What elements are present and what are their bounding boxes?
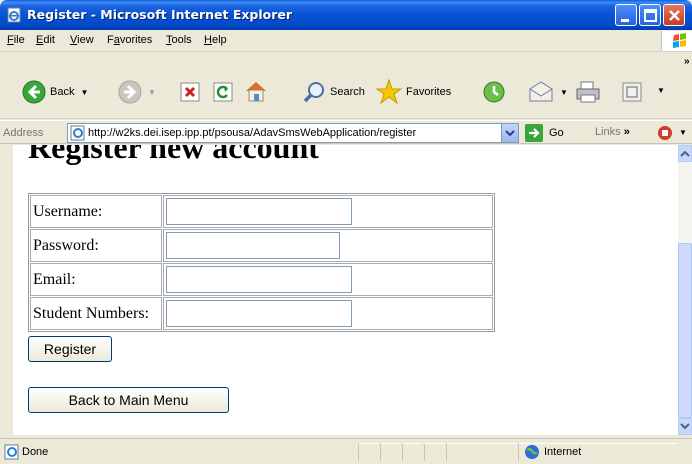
username-input[interactable] — [166, 198, 352, 225]
menu-help[interactable]: Help — [204, 34, 227, 46]
maximize-icon — [644, 9, 657, 22]
vertical-scrollbar[interactable] — [678, 145, 692, 435]
address-dropdown-button[interactable] — [501, 124, 518, 142]
address-bar: Address http://w2ks.dei.isep.ipp.pt/psou… — [0, 120, 692, 144]
password-input[interactable] — [166, 232, 340, 259]
media-button[interactable] — [482, 80, 506, 104]
email-label: Email: — [30, 263, 162, 296]
windows-flag-logo — [661, 31, 692, 51]
history-icon — [483, 81, 505, 103]
form-row-student-numbers: Student Numbers: — [30, 297, 493, 330]
links-label[interactable]: Links » — [595, 126, 630, 138]
register-button[interactable]: Register — [28, 336, 112, 362]
forward-button[interactable]: ▼ — [118, 80, 156, 104]
student-numbers-label: Student Numbers: — [30, 297, 162, 330]
mail-dropdown-icon[interactable]: ▼ — [560, 88, 568, 97]
back-button[interactable]: Back ▼ — [22, 80, 88, 104]
favorites-star-icon — [376, 79, 402, 105]
menu-file[interactable]: File — [7, 34, 25, 46]
menu-view[interactable]: View — [70, 34, 94, 46]
maximize-button[interactable] — [639, 4, 661, 26]
mail-icon — [529, 81, 553, 102]
internet-globe-icon — [525, 445, 539, 459]
edit-icon — [622, 82, 642, 102]
toolbar-more-icon[interactable]: ▼ — [657, 86, 665, 95]
minimize-icon — [621, 19, 629, 22]
scroll-up-button[interactable] — [678, 145, 692, 162]
search-button[interactable]: Search — [302, 80, 365, 104]
password-label: Password: — [30, 229, 162, 262]
refresh-icon — [213, 82, 233, 102]
form-row-password: Password: — [30, 229, 493, 262]
email-input[interactable] — [166, 266, 352, 293]
ie-page-icon — [7, 7, 21, 23]
content-left-frame — [0, 145, 13, 435]
status-bar: Done Internet — [0, 438, 692, 464]
search-icon — [303, 82, 324, 103]
close-icon — [669, 10, 680, 21]
menu-tools[interactable]: Tools — [166, 34, 192, 46]
go-button[interactable]: Go — [525, 124, 564, 142]
refresh-button[interactable] — [213, 82, 233, 102]
back-dropdown-icon[interactable]: ▼ — [80, 88, 88, 97]
scroll-thumb[interactable] — [678, 243, 692, 418]
window-title: Register - Microsoft Internet Explorer — [27, 7, 293, 22]
mail-button[interactable]: ▼ — [528, 80, 568, 104]
close-button[interactable] — [663, 4, 685, 26]
print-button[interactable] — [575, 80, 601, 104]
toolbar-chevron-icon[interactable]: » — [684, 56, 690, 67]
page-heading: Register new account — [28, 145, 319, 165]
home-icon — [246, 82, 266, 102]
toolbar: Back ▼ ▼ Search Favorites ▼ ▼ » — [0, 53, 692, 119]
chevron-down-icon — [505, 130, 515, 137]
form-row-email: Email: — [30, 263, 493, 296]
forward-dropdown-icon: ▼ — [148, 87, 156, 97]
addon-dropdown-icon[interactable]: ▼ — [679, 128, 687, 137]
forward-arrow-icon — [118, 80, 142, 104]
menu-edit[interactable]: Edit — [36, 34, 55, 46]
home-button[interactable] — [243, 79, 269, 103]
chevron-down-icon — [680, 423, 690, 430]
address-input[interactable]: http://w2ks.dei.isep.ipp.pt/psousa/AdavS… — [67, 123, 519, 143]
title-bar[interactable]: Register - Microsoft Internet Explorer — [0, 0, 692, 30]
stop-button[interactable] — [180, 82, 200, 102]
back-arrow-icon — [22, 80, 46, 104]
address-url: http://w2ks.dei.isep.ipp.pt/psousa/AdavS… — [88, 127, 417, 139]
status-text: Done — [22, 446, 49, 458]
security-zone-label: Internet — [544, 446, 582, 458]
addon-icon[interactable] — [656, 124, 676, 142]
stop-icon — [180, 82, 200, 102]
username-label: Username: — [30, 195, 162, 228]
back-to-main-menu-button[interactable]: Back to Main Menu — [28, 387, 229, 413]
page-content: Register new account Username: Password:… — [13, 145, 678, 435]
edit-button[interactable] — [622, 82, 642, 102]
student-numbers-input[interactable] — [166, 300, 352, 327]
menu-bar: File Edit View Favorites Tools Help — [0, 30, 692, 52]
chevron-up-icon — [680, 150, 690, 157]
page-done-icon — [4, 444, 19, 460]
menu-favorites[interactable]: Favorites — [107, 34, 152, 46]
minimize-button[interactable] — [615, 4, 637, 26]
register-form-table: Username: Password: Email: Student Numbe… — [28, 193, 495, 332]
print-icon — [576, 81, 600, 103]
address-label: Address — [3, 127, 44, 139]
form-row-username: Username: — [30, 195, 493, 228]
scroll-down-button[interactable] — [678, 418, 692, 435]
favorites-button[interactable]: Favorites — [376, 79, 451, 105]
page-icon — [70, 125, 85, 141]
go-arrow-icon — [525, 124, 543, 142]
